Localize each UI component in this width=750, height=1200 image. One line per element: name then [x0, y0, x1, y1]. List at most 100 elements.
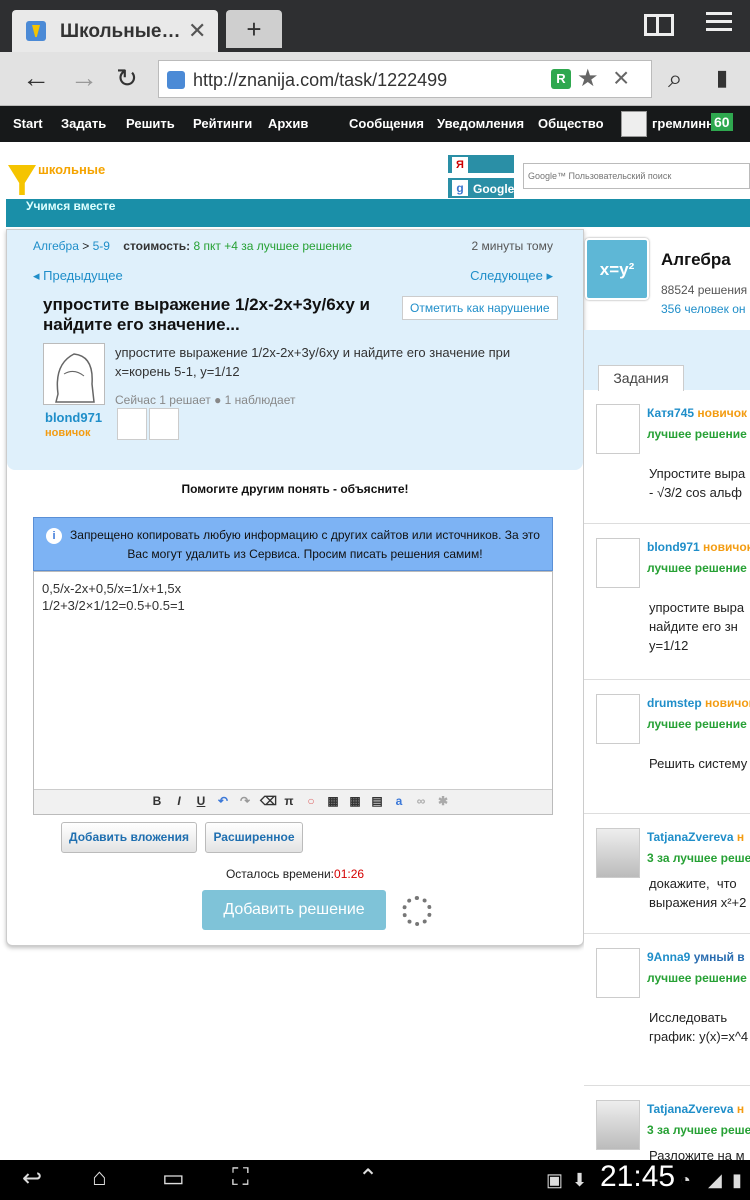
clear-url-icon[interactable]: ×	[613, 62, 629, 94]
task-avatar[interactable]	[596, 694, 640, 744]
time-left-label: Осталось времени:	[225, 867, 335, 881]
task-author[interactable]: 9Anna9	[647, 950, 690, 964]
author-name[interactable]: blond971	[45, 410, 102, 425]
paste-word-button[interactable]: ▤	[370, 794, 384, 808]
add-solution-button[interactable]: Добавить решение	[202, 890, 386, 930]
address-bar[interactable]: http://znanija.com/task/1222499 R ★ ×	[158, 60, 652, 98]
task-text[interactable]: упростите выра найдите его зн у=1/12	[649, 598, 744, 655]
answer-editor[interactable]: 0,5/х-2х+0,5/х=1/х+1,5х 1/2+3/2×1/12=0.5…	[33, 571, 553, 815]
user-avatar[interactable]	[621, 111, 647, 137]
bookmark-star-icon[interactable]: ★	[577, 64, 599, 93]
paste-text-button[interactable]: ▦	[348, 794, 362, 808]
home-icon[interactable]: ⌂	[92, 1164, 107, 1192]
bold-button[interactable]: B	[150, 794, 164, 808]
underline-button[interactable]: U	[194, 794, 208, 808]
format-button[interactable]: a	[392, 794, 406, 808]
undo-button[interactable]: ↶	[216, 794, 230, 808]
subject-link[interactable]: Алгебра	[33, 239, 79, 253]
special-char-button[interactable]: ○	[304, 794, 318, 808]
nav-messages[interactable]: Сообщения	[349, 116, 424, 131]
screenshot-icon[interactable]: ⛶	[232, 1164, 249, 1192]
next-question-link[interactable]: Следующее ▸	[470, 268, 553, 284]
nav-community[interactable]: Общество	[538, 116, 604, 131]
task-item[interactable]: TatjanaZvereva н 3 за лучшее решение док…	[584, 816, 750, 934]
italic-button[interactable]: I	[172, 794, 186, 808]
question-status: Сейчас 1 решает ● 1 наблюдает	[115, 393, 296, 407]
task-item[interactable]: TatjanaZvereva н 3 за лучшее решение Раз…	[584, 1088, 750, 1168]
nav-ask[interactable]: Задать	[61, 116, 106, 131]
task-avatar[interactable]	[596, 404, 640, 454]
task-author-rank: новичок	[705, 696, 750, 710]
task-avatar[interactable]	[596, 948, 640, 998]
task-text[interactable]: докажите, что выражения х²+2	[649, 874, 746, 912]
browser-tab[interactable]: Школьные… ✕	[12, 10, 218, 52]
download-notification-icon[interactable]: ⬇	[572, 1170, 587, 1191]
google-search-box[interactable]	[523, 163, 750, 189]
task-author[interactable]: blond971	[647, 540, 700, 554]
eraser-button[interactable]: ⌫	[260, 794, 277, 808]
pi-button[interactable]: π	[282, 794, 296, 808]
task-avatar[interactable]	[596, 828, 640, 878]
task-text[interactable]: Исследовать график: у(х)=х^4	[649, 1008, 748, 1046]
task-item[interactable]: blond971 новичок лучшее решение упростит…	[584, 526, 750, 680]
yandex-button[interactable]: Я	[447, 154, 515, 174]
search-input[interactable]	[524, 164, 749, 188]
time-ago: 2 минуты тому	[471, 239, 553, 253]
tabs-overview-icon[interactable]	[644, 14, 674, 36]
nav-ratings[interactable]: Рейтинги	[193, 116, 252, 131]
user-name[interactable]: гремлинн	[652, 116, 714, 131]
extension-icon[interactable]: R	[551, 69, 571, 89]
bookmarks-icon[interactable]: ▮	[716, 62, 728, 94]
gallery-notification-icon[interactable]: ▣	[546, 1170, 563, 1191]
browser-menu-icon[interactable]	[706, 12, 732, 38]
task-text[interactable]: Упростите выра - √3/2 cos альф	[649, 464, 745, 502]
task-author-rank: новичок	[697, 406, 748, 420]
solver-avatar[interactable]	[117, 408, 147, 440]
task-author[interactable]: TatjanaZvereva	[647, 1102, 734, 1116]
url-text[interactable]: http://znanija.com/task/1222499	[193, 70, 447, 91]
recent-apps-icon[interactable]: ▭	[162, 1164, 185, 1193]
task-author[interactable]: drumstep	[647, 696, 702, 710]
task-author[interactable]: TatjanaZvereva	[647, 830, 734, 844]
task-text[interactable]: Решить систему	[649, 754, 747, 773]
paste-button[interactable]: ▦	[326, 794, 340, 808]
new-tab-button[interactable]: +	[226, 10, 282, 48]
tab-close-icon[interactable]: ✕	[188, 18, 206, 44]
watcher-avatar[interactable]	[149, 408, 179, 440]
cost-label: стоимость:	[123, 239, 191, 253]
advanced-button[interactable]: Расширенное	[205, 822, 303, 853]
subject-online-count[interactable]: 356 человек он	[661, 302, 746, 316]
nav-notifications[interactable]: Уведомления	[437, 116, 524, 131]
reload-icon[interactable]: ↻	[116, 62, 138, 94]
report-button[interactable]: Отметить как нарушение	[402, 296, 558, 320]
task-item[interactable]: 9Anna9 умный в лучшее решение Исследоват…	[584, 936, 750, 1086]
back-icon[interactable]: ↩	[22, 1164, 42, 1193]
subject-icon[interactable]: x=y²	[585, 238, 649, 300]
task-item[interactable]: drumstep новичок лучшее решение Решить с…	[584, 682, 750, 814]
logo-text: школьные	[38, 162, 106, 177]
forward-arrow-icon[interactable]: →	[70, 62, 98, 94]
redo-button[interactable]: ↷	[238, 794, 252, 808]
back-arrow-icon[interactable]: ←	[22, 62, 50, 94]
search-icon[interactable]: ⌕	[668, 62, 683, 94]
expand-icon[interactable]: ⌃	[358, 1164, 378, 1193]
task-avatar[interactable]	[596, 538, 640, 588]
nav-solve[interactable]: Решить	[126, 116, 175, 131]
grade-link[interactable]: 5-9	[93, 239, 110, 253]
link-button[interactable]: ∞	[414, 794, 428, 808]
browser-nav-bar: ← → ↻ http://znanija.com/task/1222499 R …	[0, 52, 750, 106]
google-button[interactable]: g Google	[447, 177, 515, 199]
nav-archive[interactable]: Архив	[268, 116, 308, 131]
nav-start[interactable]: Start	[13, 116, 43, 131]
prev-question-link[interactable]: ◂ Предыдущее	[33, 268, 123, 284]
task-avatar[interactable]	[596, 1100, 640, 1150]
unlink-button[interactable]: ✱	[436, 794, 450, 808]
author-avatar[interactable]	[43, 343, 105, 405]
subject-name[interactable]: Алгебра	[661, 250, 731, 270]
add-attachment-button[interactable]: Добавить вложения	[61, 822, 197, 853]
task-item[interactable]: Катя745 новичок лучшее решение Упростите…	[584, 392, 750, 524]
task-author[interactable]: Катя745	[647, 406, 694, 420]
answer-text[interactable]: 0,5/х-2х+0,5/х=1/х+1,5х 1/2+3/2×1/12=0.5…	[42, 580, 185, 614]
question-text: упростите выражение 1/2х-2х+3у/6ху и най…	[115, 345, 511, 379]
tab-tasks[interactable]: Задания	[598, 365, 684, 391]
